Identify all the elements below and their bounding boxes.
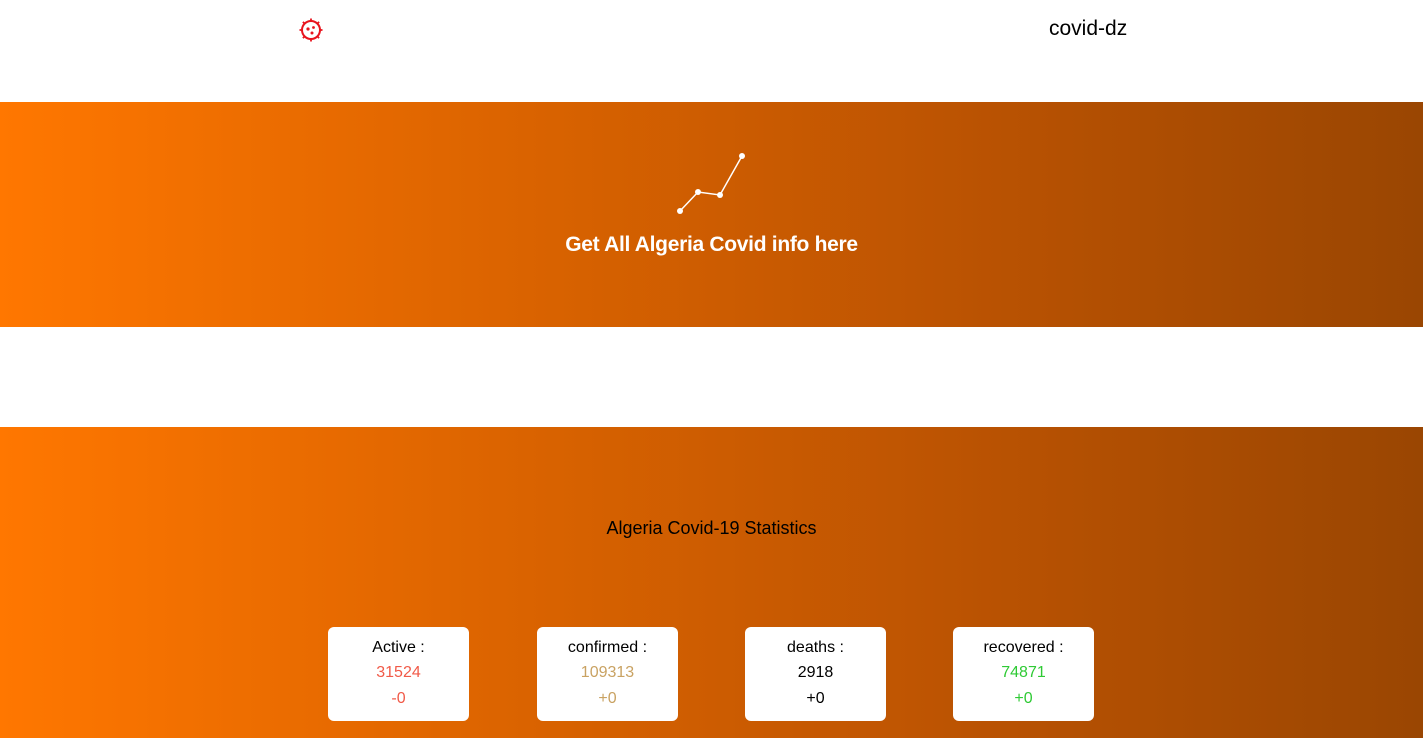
stats-section (0, 427, 1423, 738)
stat-label: recovered : (983, 639, 1064, 656)
stat-card-active: Active : 31524 -0 (328, 627, 469, 721)
stat-label: Active : (372, 639, 425, 656)
stat-delta: +0 (598, 690, 617, 707)
stat-value: 31524 (376, 664, 421, 681)
line-chart-icon (677, 153, 745, 214)
stat-label: deaths : (787, 639, 844, 656)
stat-value: 74871 (1001, 664, 1046, 681)
stat-value: 2918 (797, 664, 834, 681)
stats-title: Algeria Covid-19 Statistics (606, 518, 817, 538)
stat-value: 109313 (580, 664, 635, 681)
stat-card-confirmed: confirmed : 109313 +0 (537, 627, 678, 721)
brand-title[interactable]: covid-dz (1049, 17, 1127, 41)
section-spacer (0, 327, 1423, 427)
stat-delta: +0 (1014, 690, 1033, 707)
stat-card-recovered: recovered : 74871 +0 (953, 627, 1094, 721)
stat-delta: +0 (806, 690, 825, 707)
hero-title: Get All Algeria Covid info here (565, 233, 858, 256)
virus-icon[interactable] (298, 17, 324, 43)
stat-label: confirmed : (567, 639, 648, 656)
top-navbar: covid-dz (0, 0, 1423, 102)
stat-card-deaths: deaths : 2918 +0 (745, 627, 886, 721)
stat-delta: -0 (391, 690, 406, 707)
